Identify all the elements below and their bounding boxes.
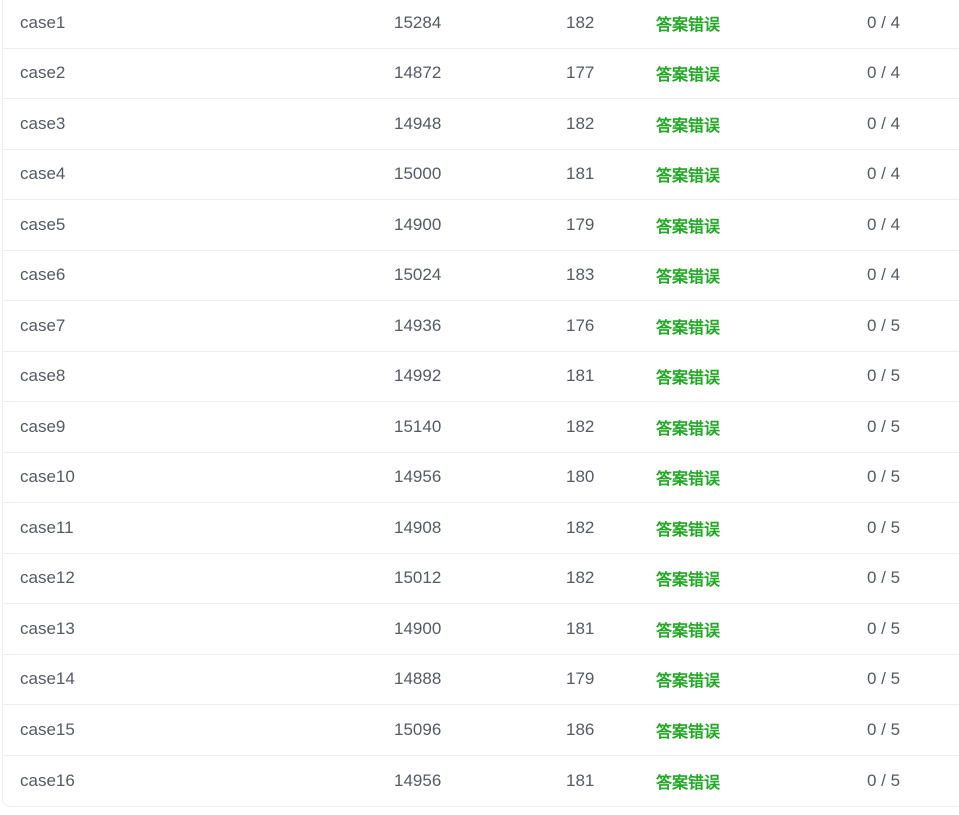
testcase-memory: 182 bbox=[566, 517, 595, 537]
testcase-time: 14900 bbox=[394, 214, 442, 234]
testcase-row: case14 14888 179 答案错误 0 / 5 bbox=[3, 655, 959, 705]
testcase-status: 答案错误 bbox=[656, 519, 721, 539]
testcase-memory: 182 bbox=[566, 568, 595, 588]
testcase-name: case14 bbox=[20, 669, 75, 689]
testcase-memory: 176 bbox=[566, 315, 595, 335]
testcase-status: 答案错误 bbox=[656, 368, 721, 388]
testcase-memory: 182 bbox=[566, 416, 595, 436]
testcase-status: 答案错误 bbox=[656, 620, 721, 640]
testcase-memory: 179 bbox=[566, 214, 595, 234]
testcase-status: 答案错误 bbox=[656, 115, 721, 135]
testcase-score: 0 / 5 bbox=[867, 366, 901, 386]
testcase-time: 14908 bbox=[394, 517, 442, 537]
testcase-name: case6 bbox=[20, 265, 66, 285]
testcase-memory: 181 bbox=[566, 164, 595, 184]
testcase-status: 答案错误 bbox=[656, 721, 721, 741]
testcase-results-table: case1 15284 182 答案错误 0 / 4 case2 14872 177 答案错误 0… bbox=[2, 0, 959, 807]
testcase-row: case11 14908 182 答案错误 0 / 5 bbox=[3, 503, 959, 554]
testcase-row: case2 14872 177 答案错误 0 / 4 bbox=[3, 49, 959, 99]
testcase-name: case15 bbox=[20, 719, 75, 739]
testcase-status: 答案错误 bbox=[656, 469, 721, 489]
testcase-row: case13 14900 181 答案错误 0 / 5 bbox=[3, 604, 959, 655]
testcase-score: 0 / 4 bbox=[867, 113, 901, 133]
testcase-status: 答案错误 bbox=[656, 570, 721, 590]
testcase-row: case3 14948 182 答案错误 0 / 4 bbox=[3, 99, 959, 150]
testcase-time: 15012 bbox=[394, 568, 442, 588]
testcase-name: case11 bbox=[20, 517, 74, 537]
testcase-memory: 179 bbox=[566, 669, 595, 689]
testcase-row: case5 14900 179 答案错误 0 / 4 bbox=[3, 200, 959, 251]
testcase-name: case2 bbox=[20, 63, 66, 83]
testcase-score: 0 / 5 bbox=[867, 517, 901, 537]
testcase-score: 0 / 5 bbox=[867, 770, 901, 790]
testcase-score: 0 / 4 bbox=[867, 164, 901, 184]
testcase-name: case5 bbox=[20, 214, 66, 234]
testcase-status: 答案错误 bbox=[656, 166, 721, 186]
testcase-status: 答案错误 bbox=[656, 772, 721, 792]
testcase-time: 15024 bbox=[394, 265, 442, 285]
testcase-name: case10 bbox=[20, 467, 75, 487]
testcase-row: case12 15012 182 答案错误 0 / 5 bbox=[3, 554, 959, 604]
testcase-score: 0 / 5 bbox=[867, 467, 901, 487]
testcase-status: 答案错误 bbox=[656, 216, 721, 236]
testcase-memory: 181 bbox=[566, 366, 595, 386]
testcase-memory: 181 bbox=[566, 770, 595, 790]
testcase-name: case3 bbox=[20, 113, 66, 133]
testcase-time: 14956 bbox=[394, 467, 442, 487]
testcase-row: case6 15024 183 答案错误 0 / 4 bbox=[3, 251, 959, 301]
testcase-status: 答案错误 bbox=[656, 65, 721, 85]
testcase-row: case9 15140 182 答案错误 0 / 5 bbox=[3, 402, 959, 453]
testcase-status: 答案错误 bbox=[656, 267, 721, 287]
testcase-memory: 183 bbox=[566, 265, 595, 285]
testcase-memory: 182 bbox=[566, 12, 595, 32]
testcase-time: 15140 bbox=[394, 416, 442, 436]
testcase-memory: 181 bbox=[566, 618, 595, 638]
testcase-memory: 186 bbox=[566, 719, 595, 739]
testcase-name: case16 bbox=[20, 770, 75, 790]
testcase-name: case8 bbox=[20, 366, 66, 386]
testcase-status: 答案错误 bbox=[656, 418, 721, 438]
testcase-memory: 182 bbox=[566, 113, 595, 133]
testcase-status: 答案错误 bbox=[656, 14, 721, 34]
testcase-score: 0 / 4 bbox=[867, 214, 901, 234]
testcase-score: 0 / 5 bbox=[867, 618, 901, 638]
testcase-score: 0 / 4 bbox=[867, 63, 901, 83]
testcase-score: 0 / 5 bbox=[867, 416, 901, 436]
testcase-time: 14872 bbox=[394, 63, 442, 83]
testcase-score: 0 / 5 bbox=[867, 719, 901, 739]
testcase-name: case12 bbox=[20, 568, 75, 588]
testcase-time: 15284 bbox=[394, 12, 442, 32]
testcase-score: 0 / 4 bbox=[867, 265, 901, 285]
testcase-name: case1 bbox=[20, 12, 66, 32]
testcase-status: 答案错误 bbox=[656, 671, 721, 691]
testcase-score: 0 / 5 bbox=[867, 568, 901, 588]
testcase-score: 0 / 4 bbox=[867, 12, 901, 32]
testcase-score: 0 / 5 bbox=[867, 315, 901, 335]
testcase-time: 14936 bbox=[394, 315, 442, 335]
testcase-row: case15 15096 186 答案错误 0 / 5 bbox=[3, 705, 959, 756]
testcase-score: 0 / 5 bbox=[867, 669, 901, 689]
testcase-status: 答案错误 bbox=[656, 317, 721, 337]
testcase-row: case10 14956 180 答案错误 0 / 5 bbox=[3, 453, 959, 503]
testcase-row: case16 14956 181 答案错误 0 / 5 bbox=[3, 756, 959, 807]
testcase-time: 14992 bbox=[394, 366, 442, 386]
testcase-time: 15000 bbox=[394, 164, 442, 184]
testcase-row: case8 14992 181 答案错误 0 / 5 bbox=[3, 352, 959, 402]
testcase-row: case1 15284 182 答案错误 0 / 4 bbox=[3, 0, 959, 49]
testcase-name: case13 bbox=[20, 618, 75, 638]
testcase-row: case4 15000 181 答案错误 0 / 4 bbox=[3, 150, 959, 200]
testcase-name: case4 bbox=[20, 164, 66, 184]
testcase-memory: 177 bbox=[566, 63, 595, 83]
testcase-time: 14900 bbox=[394, 618, 442, 638]
testcase-time: 14948 bbox=[394, 113, 442, 133]
testcase-memory: 180 bbox=[566, 467, 595, 487]
testcase-time: 14956 bbox=[394, 770, 442, 790]
testcase-name: case9 bbox=[20, 416, 66, 436]
testcase-row: case7 14936 176 答案错误 0 / 5 bbox=[3, 301, 959, 352]
testcase-time: 14888 bbox=[394, 669, 442, 689]
testcase-time: 15096 bbox=[394, 719, 442, 739]
testcase-name: case7 bbox=[20, 315, 66, 335]
